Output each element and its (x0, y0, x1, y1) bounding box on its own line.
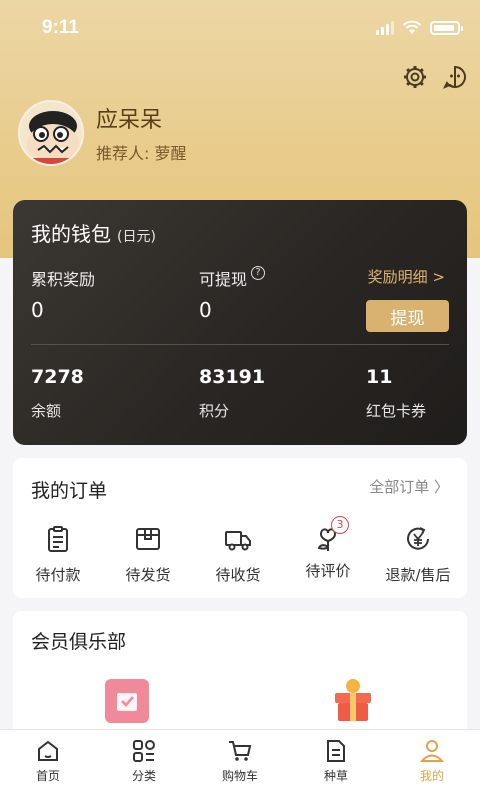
balance-label[interactable]: 余额 (31, 400, 61, 421)
battery-icon (430, 20, 463, 35)
help-question-icon[interactable]: ? (251, 266, 266, 280)
avatar[interactable] (18, 100, 84, 166)
club-title: 会员俱乐部 (31, 631, 127, 653)
accumulated-reward-value: 0 (31, 298, 44, 322)
orders-card: 我的订单 全部订单 〉 待付款 待发货 待收货 3 待评价 退款/售后 (13, 458, 467, 598)
home-icon (38, 740, 58, 761)
clipboard-icon (48, 526, 68, 552)
order-refund-aftersale[interactable]: 退款/售后 (373, 524, 463, 585)
balance-value[interactable]: 7278 (31, 366, 84, 388)
truck-icon (225, 531, 251, 551)
withdrawable-value: 0 (199, 298, 212, 322)
user-profile[interactable]: 应呆呆 推荐人: 萝醒 (18, 100, 186, 166)
category-grid-icon (133, 740, 155, 762)
accumulated-reward-label: 累积奖励 (31, 270, 96, 289)
reward-detail-link[interactable]: 奖励明细 > (368, 266, 445, 287)
tab-category[interactable]: 分类 (96, 730, 192, 800)
refund-yen-icon (407, 527, 429, 550)
tab-discover[interactable]: 种草 (288, 730, 384, 800)
points-value[interactable]: 83191 (199, 366, 265, 388)
document-note-icon (327, 740, 345, 762)
package-box-icon (136, 528, 160, 550)
wifi-icon (402, 20, 422, 34)
shopping-bag-icon[interactable] (105, 679, 149, 723)
referrer-text: 推荐人: 萝醒 (96, 144, 187, 163)
withdraw-button[interactable]: 提现 (366, 300, 449, 332)
user-profile-icon (419, 740, 445, 762)
orders-title: 我的订单 (31, 480, 108, 502)
review-count-badge: 3 (331, 516, 349, 534)
tab-cart[interactable]: 购物车 (192, 730, 288, 800)
settings-gear-icon[interactable] (402, 64, 428, 90)
wallet-title: 我的钱包 (日元) (31, 222, 156, 246)
wallet-unit: (日元) (117, 229, 156, 245)
cart-icon (229, 741, 252, 761)
bottom-tab-bar: 首页 分类 购物车 种草 我的 (0, 729, 480, 800)
message-chat-icon[interactable] (442, 64, 468, 90)
order-pending-receipt[interactable]: 待收货 (193, 524, 283, 585)
status-time: 9:11 (42, 17, 79, 38)
withdrawable-label: 可提现? (199, 266, 266, 290)
tab-home[interactable]: 首页 (0, 730, 96, 800)
gift-box-icon[interactable] (331, 677, 375, 723)
order-pending-shipment[interactable]: 待发货 (103, 524, 193, 585)
order-pending-review[interactable]: 3 待评价 (283, 516, 373, 581)
wallet-card: 我的钱包 (日元) 累积奖励 0 可提现? 0 奖励明细 > 提现 7278 余额… (13, 200, 467, 445)
username: 应呆呆 (96, 108, 163, 133)
order-pending-payment[interactable]: 待付款 (13, 524, 103, 585)
all-orders-link[interactable]: 全部订单 〉 (369, 476, 449, 497)
coupons-value[interactable]: 11 (366, 366, 392, 388)
points-label[interactable]: 积分 (199, 400, 229, 421)
wallet-divider (31, 344, 449, 345)
tab-mine[interactable]: 我的 (384, 730, 480, 800)
signal-icon (376, 20, 394, 35)
coupons-label[interactable]: 红包卡券 (366, 400, 426, 421)
status-bar: 9:11 (0, 0, 480, 56)
